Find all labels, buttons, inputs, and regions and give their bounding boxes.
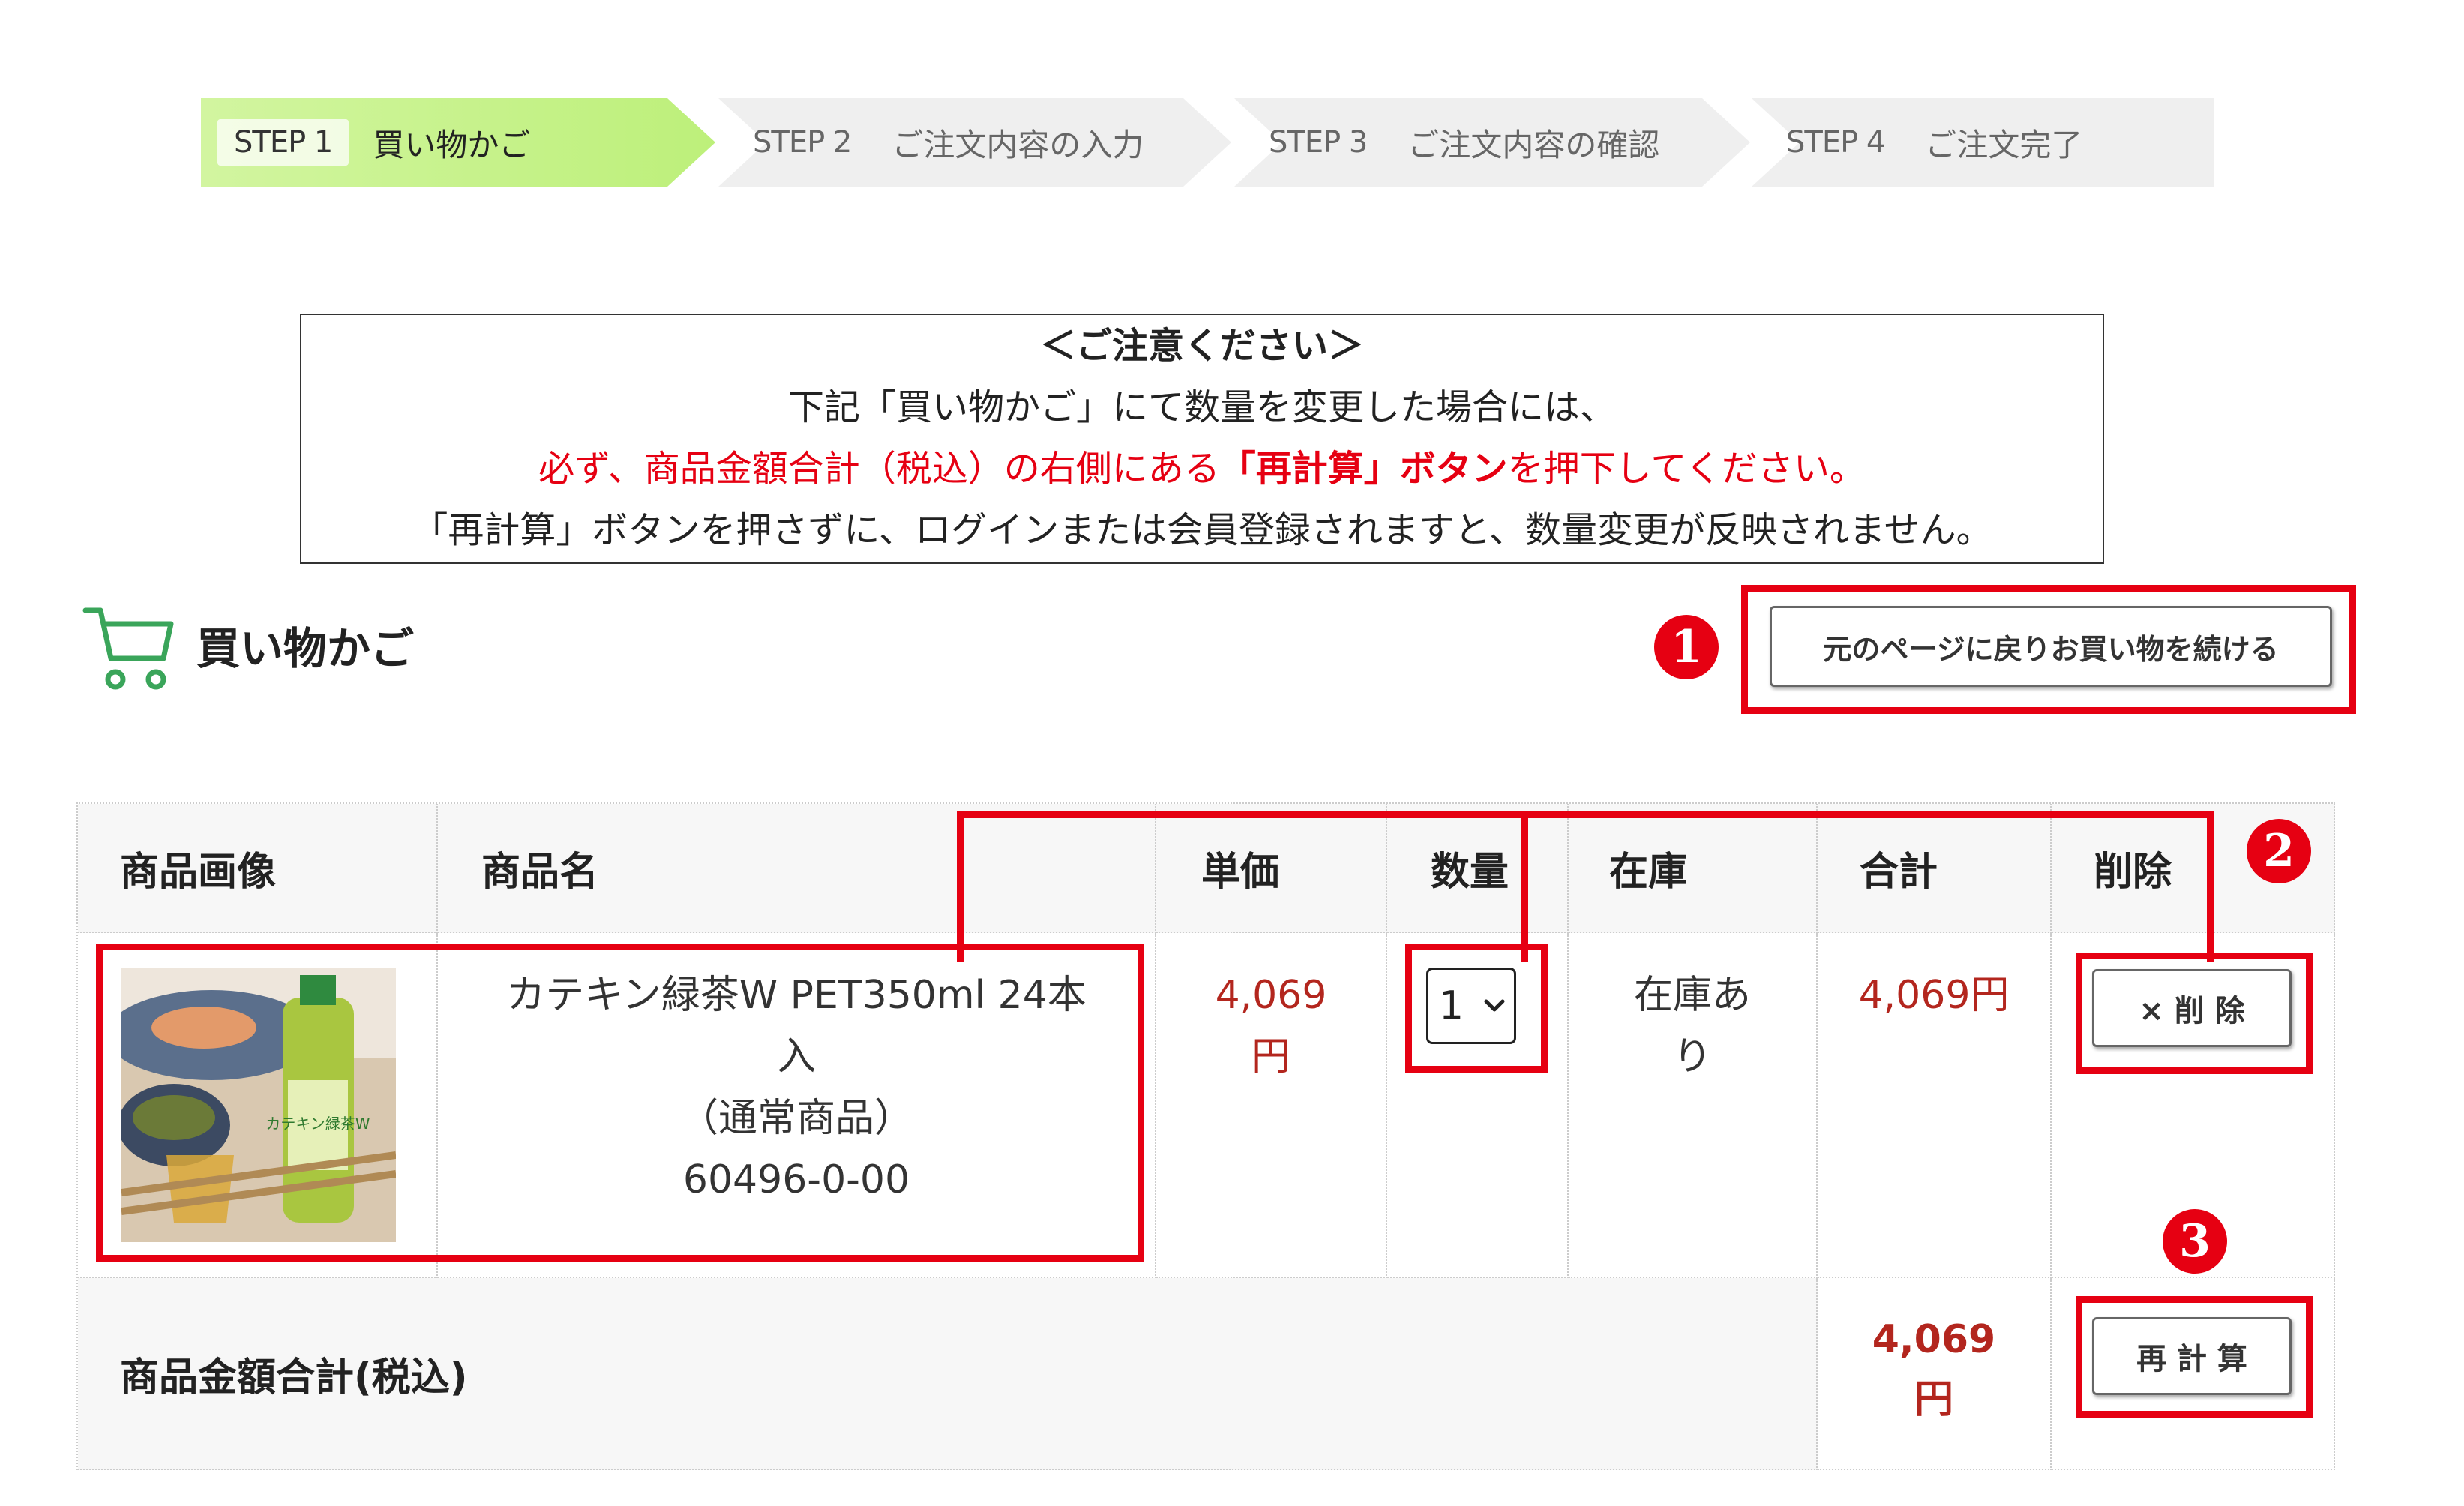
step-4: STEP 4 ご注文完了	[1753, 98, 2211, 187]
product-type: （通常商品）	[679, 1096, 913, 1141]
header-name-label: 商品名	[481, 849, 599, 895]
step-label: ご注文完了	[1925, 126, 2083, 164]
summary-total-value: 4,069	[1872, 1317, 1996, 1362]
cart-title: 買い物かご	[196, 623, 415, 674]
notice-line-1: 下記「買い物かご」にて数量を変更した場合には、	[787, 386, 1616, 428]
header-quantity: 数量	[1387, 804, 1569, 933]
quantity-value: 1	[1439, 983, 1464, 1028]
step-number: STEP 4	[1786, 125, 1885, 160]
summary-label-cell: 商品金額合計(税込)	[78, 1278, 1818, 1470]
step-2: STEP 2 ご注文内容の入力	[720, 98, 1185, 187]
header-quantity-label: 数量	[1431, 849, 1509, 895]
quantity-select[interactable]: 1	[1426, 968, 1516, 1044]
product-name-line-1: カテキン緑茶W PET350ml 24本	[506, 973, 1087, 1018]
recalculate-button[interactable]: 再 計 算	[2092, 1317, 2292, 1395]
header-total: 合計	[1818, 804, 2052, 933]
row-total-value: 4,069円	[1858, 973, 2010, 1018]
summary-total-currency: 円	[1914, 1377, 1953, 1422]
product-name-cell: カテキン緑茶W PET350ml 24本 入 （通常商品） 60496-0-00	[438, 933, 1156, 1278]
header-name: 商品名	[438, 804, 1156, 933]
step-1: STEP 1 買い物かご	[201, 98, 666, 187]
header-total-label: 合計	[1860, 849, 1938, 895]
continue-shopping-button[interactable]: 元のページに戻りお買い物を続ける	[1770, 606, 2332, 687]
header-image: 商品画像	[78, 804, 438, 933]
summary-label: 商品金額合計(税込)	[120, 1354, 468, 1400]
product-name-line-2: 入	[776, 1034, 816, 1079]
unit-price-currency: 円	[1251, 1034, 1290, 1079]
summary-total-cell: 4,069 円	[1818, 1278, 2052, 1470]
notice-line-2-strong: 「再計算」ボタン	[1219, 448, 1508, 490]
chevron-down-icon	[1484, 999, 1505, 1012]
product-code: 60496-0-00	[682, 1157, 910, 1202]
step-label: 買い物かご	[373, 126, 531, 164]
step-number: STEP 1	[217, 119, 349, 166]
notice-line-3: 「再計算」ボタンを押さずに、ログインまたは会員登録されますと、数量変更が反映され…	[412, 509, 1992, 551]
product-bottle-label: カテキン緑茶W	[265, 1114, 370, 1132]
annotation-marker-1: 1	[1654, 615, 1719, 680]
step-label: ご注文内容の入力	[892, 126, 1144, 164]
stock-cell: 在庫あ り	[1569, 933, 1818, 1278]
header-unit-price: 単価	[1156, 804, 1387, 933]
header-unit-price-label: 単価	[1201, 849, 1280, 895]
header-stock: 在庫	[1569, 804, 1818, 933]
product-image: カテキン緑茶W	[121, 968, 396, 1242]
delete-button[interactable]: × 削 除	[2092, 969, 2292, 1047]
row-total-cell: 4,069円	[1818, 933, 2052, 1278]
unit-price-cell: 4,069 円	[1156, 933, 1387, 1278]
notice-line-2-pre: 必ず、商品金額合計（税込）の右側にある	[538, 448, 1220, 490]
header-stock-label: 在庫	[1609, 849, 1688, 895]
notice-line-2-post: を押下してください。	[1507, 448, 1866, 490]
notice-line-2: 必ず、商品金額合計（税込）の右側にある「再計算」ボタンを押下してください。	[301, 438, 2103, 500]
step-label: ご注文内容の確認	[1407, 126, 1660, 164]
step-number: STEP 2	[753, 125, 852, 160]
stock-status-line-1: 在庫あ	[1633, 973, 1751, 1018]
notice-box: ＜ご注意ください＞ 下記「買い物かご」にて数量を変更した場合には、 必ず、商品金…	[300, 314, 2104, 564]
annotation-marker-2: 2	[2247, 819, 2311, 884]
stock-status-line-2: り	[1672, 1034, 1712, 1079]
header-image-label: 商品画像	[120, 849, 277, 895]
annotation-marker-3: 3	[2163, 1209, 2227, 1274]
unit-price-value: 4,069	[1215, 973, 1327, 1018]
cart-icon	[82, 608, 174, 690]
step-number: STEP 3	[1269, 125, 1368, 160]
step-3: STEP 3 ご注文内容の確認	[1236, 98, 1701, 187]
header-delete-label: 削除	[2094, 849, 2172, 895]
notice-title: ＜ご注意ください＞	[1039, 325, 1364, 367]
